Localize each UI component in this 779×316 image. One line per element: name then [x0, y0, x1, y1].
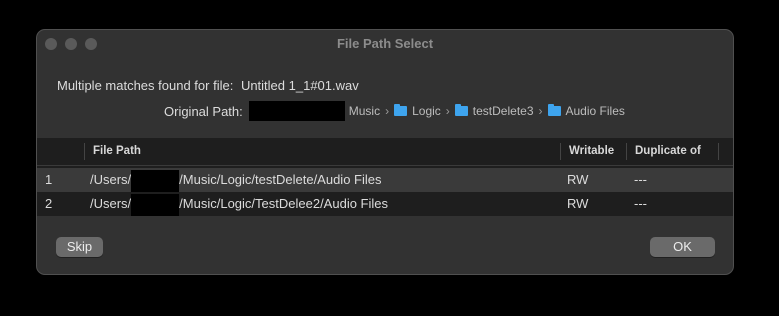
- writable-cell: RW: [567, 196, 589, 211]
- column-header-duplicate-of[interactable]: Duplicate of: [635, 138, 701, 165]
- column-divider: [626, 143, 627, 160]
- breadcrumb-separator: ›: [538, 104, 543, 118]
- skip-button[interactable]: Skip: [56, 237, 103, 257]
- breadcrumb-logic: Logic: [412, 104, 441, 118]
- table-row[interactable]: 1 /Users/ /Music/Logic/testDelete/Audio F…: [37, 168, 733, 192]
- row-index: 1: [45, 172, 53, 187]
- file-path-select-dialog: File Path Select Multiple matches found …: [36, 29, 734, 275]
- folder-icon: [454, 104, 468, 116]
- row-index: 2: [45, 196, 53, 211]
- column-header-writable[interactable]: Writable: [569, 138, 614, 165]
- path-prefix: /Users/: [90, 172, 132, 187]
- file-path-cell: /Users/ /Music/Logic/testDelete/Audio Fil…: [90, 168, 381, 192]
- original-path-label: Original Path:: [164, 103, 243, 119]
- column-header-file-path[interactable]: File Path: [93, 138, 141, 165]
- duplicate-of-cell: ---: [634, 172, 647, 187]
- path-prefix: /Users/: [90, 196, 132, 211]
- table-header: File Path Writable Duplicate of: [37, 138, 733, 166]
- table-row[interactable]: 2 /Users/ /Music/Logic/TestDelee2/Audio F…: [37, 192, 733, 216]
- file-path-cell: /Users/ /Music/Logic/TestDelee2/Audio Fil…: [90, 192, 388, 216]
- redacted-username: [131, 193, 180, 216]
- duplicate-of-cell: ---: [634, 196, 647, 211]
- breadcrumb-testdelete3: testDelete3: [472, 104, 534, 118]
- original-path-row: Original Path: Music › Logic › testDelet…: [164, 101, 625, 121]
- breadcrumb-separator: ›: [445, 104, 450, 118]
- folder-icon: [394, 104, 408, 116]
- breadcrumb-separator: ›: [385, 104, 390, 118]
- window-title: File Path Select: [336, 36, 434, 51]
- breadcrumb-audio-files: Audio Files: [565, 104, 625, 118]
- folder-icon: [547, 104, 561, 116]
- column-divider: [84, 143, 85, 160]
- breadcrumb-music: Music: [348, 104, 381, 118]
- path-suffix: /Music/Logic/TestDelee2/Audio Files: [179, 196, 388, 211]
- column-divider: [718, 143, 719, 160]
- path-suffix: /Music/Logic/testDelete/Audio Files: [179, 172, 382, 187]
- match-message: Multiple matches found for file: Untitle…: [57, 78, 359, 93]
- column-divider: [560, 143, 561, 160]
- redacted-username: [131, 169, 180, 192]
- redacted-username: [248, 101, 345, 121]
- ok-button[interactable]: OK: [650, 237, 715, 257]
- file-name: Untitled 1_1#01.wav: [240, 78, 359, 93]
- multiple-matches-label: Multiple matches found for file:: [57, 78, 234, 93]
- file-path-table[interactable]: File Path Writable Duplicate of 1 /Users…: [37, 138, 733, 216]
- title-bar: File Path Select: [37, 30, 733, 58]
- writable-cell: RW: [567, 172, 589, 187]
